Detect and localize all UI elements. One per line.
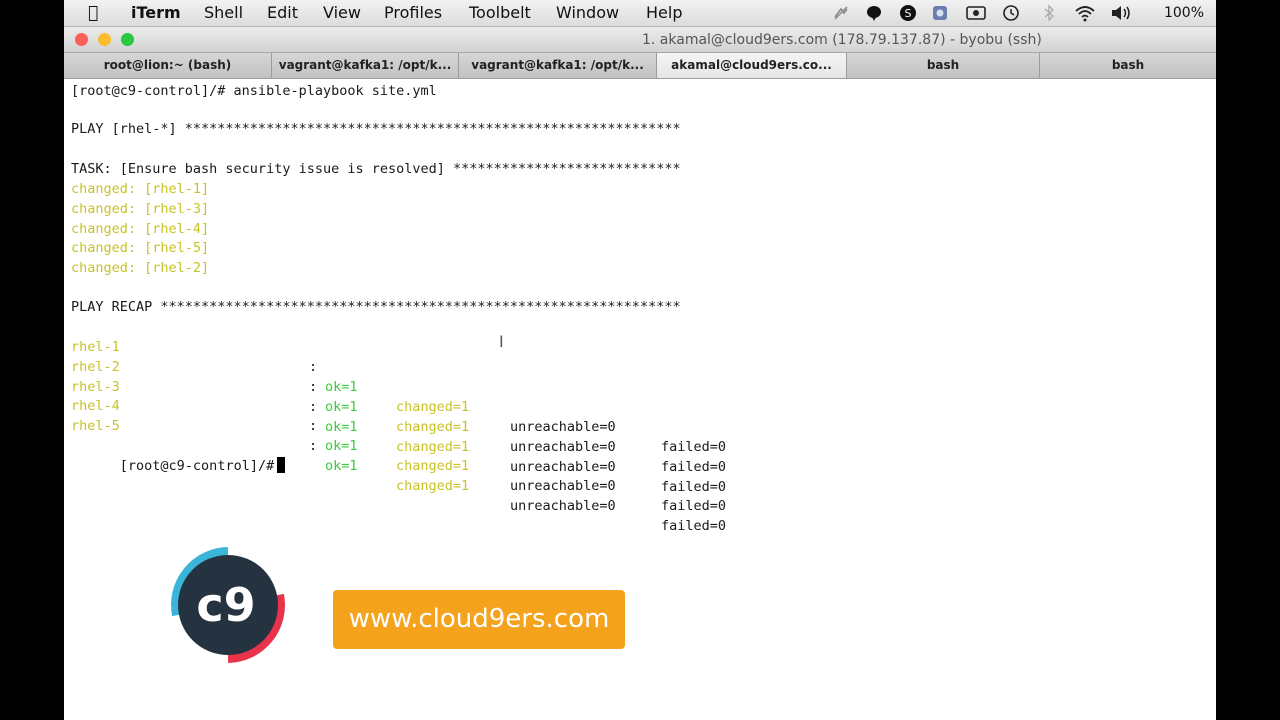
cloud9ers-logo: c9: [168, 545, 288, 665]
prompt: [root@c9-control]/#: [119, 458, 275, 474]
tab-bash-1[interactable]: bash: [847, 53, 1040, 78]
recap-colon: :: [309, 418, 318, 434]
recap-changed: changed=1: [396, 458, 470, 474]
window-title: 1. akamal@cloud9ers.com (178.79.137.87) …: [642, 32, 1042, 48]
bluetooth-icon[interactable]: [1040, 4, 1058, 22]
muted-icon[interactable]: [832, 4, 850, 22]
wifi-icon[interactable]: [1074, 4, 1095, 22]
changed-line: changed: [rhel-2]: [71, 260, 210, 276]
svg-text:c9: c9: [196, 578, 255, 632]
menu-profiles[interactable]: Profiles: [384, 3, 442, 22]
recap-row: rhel-1 : ok=1 changed=1 unreachable=0 fa…: [71, 317, 771, 455]
recap-row: rhel-2 : ok=1 changed=1 unreachable=0 fa…: [71, 337, 771, 475]
changed-line: changed: [rhel-3]: [71, 201, 210, 217]
tab-label: root@lion:~ (bash): [103, 58, 232, 72]
recap-unreachable: unreachable=0: [510, 498, 616, 514]
chat-icon[interactable]: [865, 4, 883, 22]
tab-vagrant-kafka1-b[interactable]: vagrant@kafka1: /opt/k...: [459, 53, 657, 78]
recap-failed: failed=0: [661, 459, 727, 475]
menu-shell[interactable]: Shell: [204, 3, 243, 22]
recap-row: rhel-4 : ok=1 changed=1 unreachable=0 fa…: [71, 376, 771, 514]
recap-changed: changed=1: [396, 478, 470, 494]
changed-line: changed: [rhel-5]: [71, 240, 210, 256]
zoom-button[interactable]: [121, 33, 134, 46]
recap-header: PLAY RECAP *****************************…: [71, 299, 681, 315]
tab-label: bash: [1111, 58, 1145, 72]
tab-label: vagrant@kafka1: /opt/k...: [471, 58, 644, 72]
apple-icon[interactable]: : [88, 3, 98, 23]
changed-line: changed: [rhel-1]: [71, 181, 210, 197]
recap-ok: ok=1: [325, 419, 358, 435]
recap-ok: ok=1: [325, 458, 358, 474]
close-button[interactable]: [75, 33, 88, 46]
menu-view[interactable]: View: [323, 3, 361, 22]
menu-bar:  iTerm Shell Edit View Profiles Toolbel…: [64, 0, 1216, 27]
svg-text:S: S: [905, 7, 912, 20]
website-badge[interactable]: www.cloud9ers.com: [333, 590, 625, 649]
recap-unreachable: unreachable=0: [510, 419, 616, 435]
text-cursor: [277, 457, 286, 473]
menu-app-iterm[interactable]: iTerm: [131, 3, 181, 22]
play-header: PLAY [rhel-*] **************************…: [71, 121, 681, 137]
tab-label: bash: [926, 58, 960, 72]
recap-row: rhel-3 : ok=1 changed=1 unreachable=0 fa…: [71, 357, 771, 495]
recap-unreachable: unreachable=0: [510, 459, 616, 475]
recap-changed: changed=1: [396, 439, 470, 455]
skype-icon[interactable]: S: [899, 4, 917, 22]
recap-failed: failed=0: [661, 518, 727, 534]
recap-failed: failed=0: [661, 439, 727, 455]
title-bar: 1. akamal@cloud9ers.com (178.79.137.87) …: [64, 27, 1216, 52]
recap-failed: failed=0: [661, 479, 727, 495]
battery-percent[interactable]: 100%: [1164, 5, 1204, 21]
recap-changed: changed=1: [396, 419, 470, 435]
tab-bash-2[interactable]: bash: [1040, 53, 1216, 78]
recap-ok: ok=1: [325, 438, 358, 454]
screen-icon[interactable]: [966, 4, 986, 22]
tab-bar: root@lion:~ (bash) vagrant@kafka1: /opt/…: [64, 52, 1216, 79]
tab-root-lion[interactable]: root@lion:~ (bash): [64, 53, 272, 78]
menu-help[interactable]: Help: [646, 3, 682, 22]
prompt-line[interactable]: [root@c9-control]/#: [71, 436, 286, 474]
time-machine-icon[interactable]: [1002, 4, 1020, 22]
tab-label: vagrant@kafka1: /opt/k...: [278, 58, 452, 72]
recap-unreachable: unreachable=0: [510, 478, 616, 494]
task-header: TASK: [Ensure bash security issue is res…: [71, 161, 681, 177]
menu-toolbelt[interactable]: Toolbelt: [469, 3, 531, 22]
tab-label: akamal@cloud9ers.co...: [671, 58, 832, 72]
recap-unreachable: unreachable=0: [510, 439, 616, 455]
recap-failed: failed=0: [661, 498, 727, 514]
tab-akamal-cloud9ers[interactable]: akamal@cloud9ers.co...: [657, 53, 847, 78]
command-line: [root@c9-control]/# ansible-playbook sit…: [71, 83, 437, 99]
recap-colon: :: [309, 438, 318, 454]
screen:  iTerm Shell Edit View Profiles Toolbel…: [64, 0, 1216, 720]
sync-icon[interactable]: [931, 4, 949, 22]
minimize-button[interactable]: [98, 33, 111, 46]
volume-icon[interactable]: [1110, 4, 1130, 22]
ibeam-cursor-icon: I: [499, 332, 504, 351]
recap-host: rhel-5: [71, 418, 120, 434]
tab-vagrant-kafka1-a[interactable]: vagrant@kafka1: /opt/k...: [272, 53, 459, 78]
changed-line: changed: [rhel-4]: [71, 221, 210, 237]
recap-row: rhel-5 : ok=1 changed=1 unreachable=0 fa…: [71, 396, 771, 534]
terminal-output[interactable]: [root@c9-control]/# ansible-playbook sit…: [71, 80, 1211, 534]
menu-window[interactable]: Window: [556, 3, 619, 22]
menu-edit[interactable]: Edit: [267, 3, 298, 22]
